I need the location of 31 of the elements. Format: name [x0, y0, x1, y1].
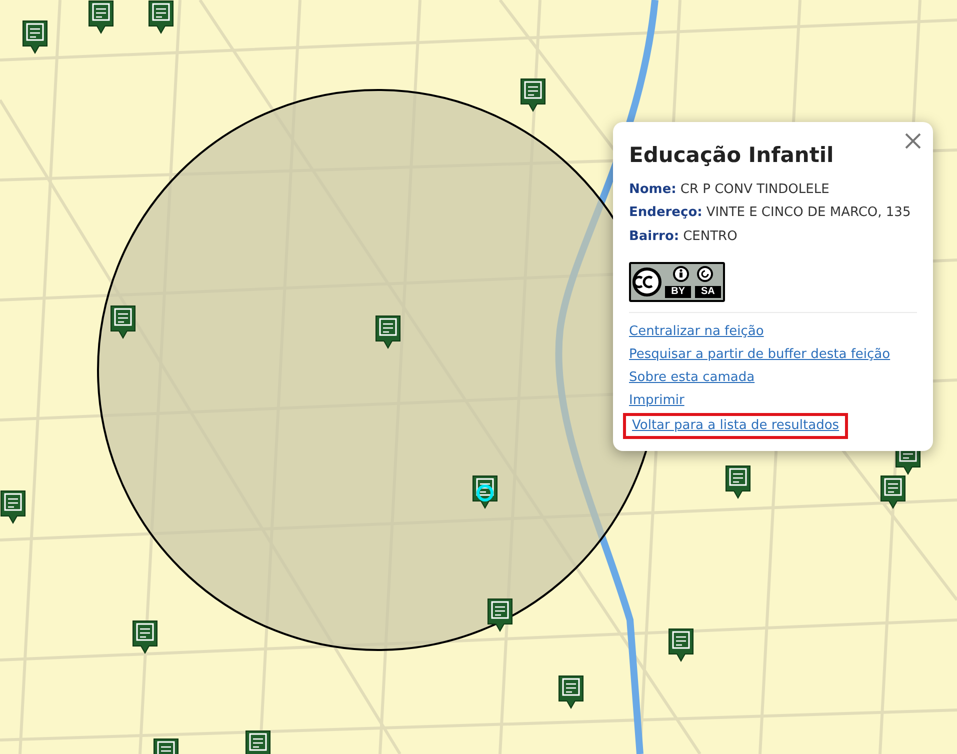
share-alike-icon [697, 266, 713, 282]
school-marker-icon[interactable] [375, 315, 401, 349]
sa-label: SA [695, 286, 721, 298]
school-marker-icon[interactable] [558, 675, 584, 709]
school-marker-icon[interactable] [880, 475, 906, 509]
school-marker-icon[interactable] [668, 628, 694, 662]
field-value: VINTE E CINCO DE MARCO, 135 [706, 204, 911, 222]
by-label: BY [665, 286, 691, 298]
school-marker-icon[interactable] [725, 465, 751, 499]
field-value: CR P CONV TINDOLELE [680, 180, 830, 198]
field-label: Bairro: [629, 228, 680, 246]
popup-link[interactable]: Imprimir [623, 391, 690, 411]
field-label: Nome: [629, 180, 676, 198]
school-marker-icon[interactable] [245, 730, 271, 754]
school-marker-icon[interactable] [487, 598, 513, 632]
field-value: CENTRO [683, 228, 738, 246]
popup-link[interactable]: Voltar para a lista de resultados [623, 413, 848, 439]
popup-link[interactable]: Pesquisar a partir de buffer desta feição [623, 345, 896, 365]
school-marker-icon[interactable] [88, 0, 114, 34]
school-marker-icon[interactable] [472, 475, 498, 509]
school-marker-icon[interactable] [0, 490, 26, 524]
school-marker-icon[interactable] [520, 78, 546, 112]
school-marker-icon[interactable] [22, 20, 48, 54]
school-marker-icon[interactable] [148, 0, 174, 34]
school-marker-icon[interactable] [132, 620, 158, 654]
field-label: Endereço: [629, 204, 702, 222]
school-marker-icon[interactable] [110, 305, 136, 339]
popup-title: Educação Infantil [629, 142, 835, 169]
attribution-icon [673, 266, 689, 282]
popup-link[interactable]: Sobre esta camada [623, 368, 761, 388]
popup-link[interactable]: Centralizar na feição [623, 322, 770, 342]
